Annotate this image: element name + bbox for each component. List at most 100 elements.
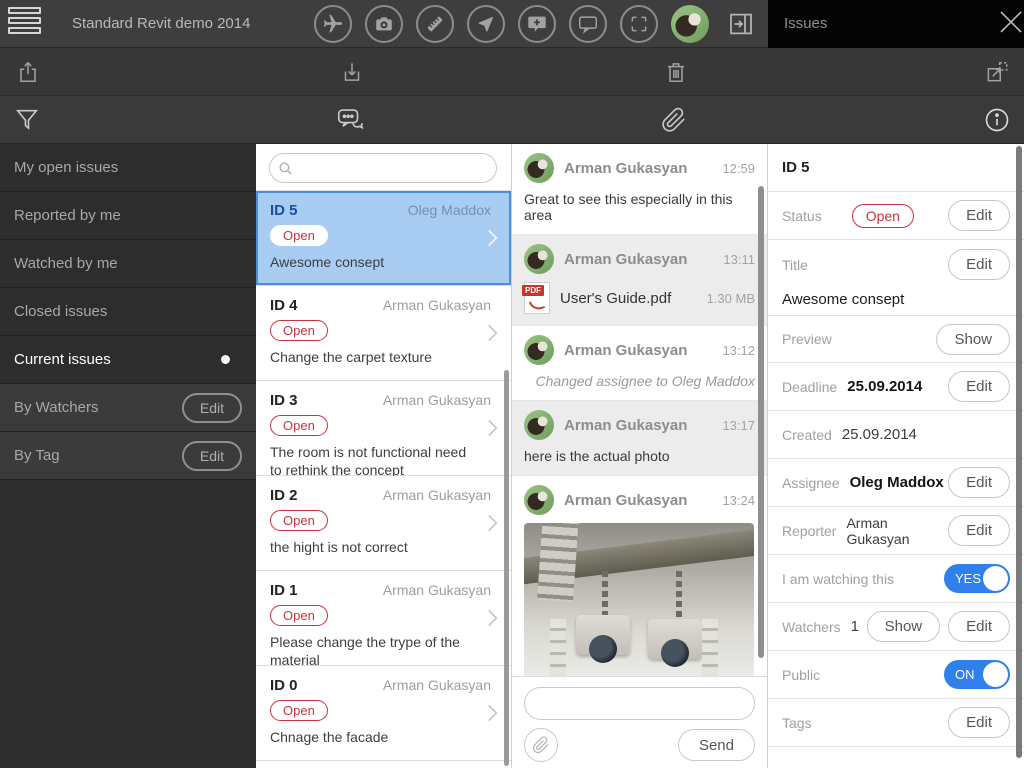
detail-row-reporter: Reporter Arman Gukasyan Edit [768, 507, 1024, 555]
photo-attachment[interactable] [524, 523, 754, 676]
toggle-state-label: YES [955, 571, 981, 586]
sidebar-item-current-issues[interactable]: Current issues [0, 336, 256, 384]
details-scrollbar[interactable] [1016, 146, 1022, 758]
screenshot-button[interactable] [365, 5, 403, 43]
message-input[interactable] [524, 687, 755, 720]
watchers-edit-button[interactable]: Edit [948, 611, 1010, 642]
chat-toggle-button[interactable] [332, 102, 368, 138]
issue-id: ID 5 [270, 202, 298, 219]
issue-item-5[interactable]: ID 5Oleg Maddox Open Awesome consept [256, 191, 511, 286]
photo-rail [702, 619, 718, 676]
fullscreen-button[interactable] [620, 5, 658, 43]
add-issue-button[interactable] [518, 5, 556, 43]
created-value: 25.09.2014 [842, 426, 917, 443]
info-button[interactable] [979, 102, 1015, 138]
chat-scrollbar[interactable] [758, 186, 764, 658]
issue-list-scrollbar[interactable] [504, 370, 509, 766]
issue-search-input[interactable] [269, 153, 497, 183]
message-time: 13:12 [722, 343, 755, 358]
sidebar-item-reported-by-me[interactable]: Reported by me [0, 192, 256, 240]
file-attachment[interactable]: PDF User's Guide.pdf 1.30 MB [524, 282, 755, 314]
issue-item-0[interactable]: ID 0Arman Gukasyan Open Chnage the facad… [256, 666, 511, 761]
assignee-edit-button[interactable]: Edit [948, 467, 1010, 498]
assignee-value: Oleg Maddox [850, 474, 944, 491]
status-badge: Open [270, 225, 328, 246]
issue-item-3[interactable]: ID 3Arman Gukasyan Open The room is not … [256, 381, 511, 476]
preview-show-button[interactable]: Show [936, 324, 1010, 355]
sidebar-item-my-open-issues[interactable]: My open issues [0, 144, 256, 192]
photo-dome-camera [576, 615, 630, 655]
exit-button[interactable] [722, 5, 760, 43]
sidebar-item-by-tag[interactable]: By TagEdit [0, 432, 256, 480]
sidebar-item-watched-by-me[interactable]: Watched by me [0, 240, 256, 288]
fly-mode-button[interactable] [314, 5, 352, 43]
issue-list: ID 5Oleg Maddox Open Awesome consept ID … [256, 144, 512, 768]
avatar [524, 244, 554, 274]
sidebar-item-by-watchers[interactable]: By WatchersEdit [0, 384, 256, 432]
status-badge: Open [852, 204, 914, 228]
issue-title: Change the carpet texture [270, 348, 497, 366]
issue-item-2[interactable]: ID 2Arman Gukasyan Open the hight is not… [256, 476, 511, 571]
chat-panel: Arman Gukasyan 12:59 Great to see this e… [512, 144, 768, 768]
app-window: Standard Revit demo 2014 [0, 0, 1024, 768]
action-toolbar [0, 48, 1024, 96]
message-text: here is the actual photo [524, 448, 755, 464]
sidebar-item-closed-issues[interactable]: Closed issues [0, 288, 256, 336]
public-toggle[interactable]: ON [944, 660, 1010, 689]
issue-item-4[interactable]: ID 4Arman Gukasyan Open Change the carpe… [256, 286, 511, 381]
detail-row-status: Status Open Edit [768, 192, 1024, 240]
title-edit-button[interactable]: Edit [948, 249, 1010, 280]
issue-details-panel: ID 5 Status Open Edit Title Edit Awesome… [768, 144, 1024, 768]
attach-file-button[interactable] [524, 728, 558, 762]
watchers-show-button[interactable]: Show [867, 611, 941, 642]
created-label: Created [782, 427, 832, 443]
message-author: Arman Gukasyan [564, 160, 712, 177]
file-name: User's Guide.pdf [560, 290, 697, 307]
measure-button[interactable] [416, 5, 454, 43]
delete-button[interactable] [658, 54, 694, 90]
search-bar [256, 144, 511, 191]
sidebar-item-label: Reported by me [14, 207, 121, 224]
download-button[interactable] [334, 54, 370, 90]
message-author: Arman Gukasyan [564, 251, 713, 268]
comments-button[interactable] [569, 5, 607, 43]
issue-assignee: Arman Gukasyan [383, 582, 497, 598]
close-issues-button[interactable] [980, 7, 1014, 41]
issue-id: ID 1 [270, 582, 298, 599]
camera-icon [373, 13, 395, 35]
issue-assignee: Arman Gukasyan [383, 487, 497, 503]
share-button[interactable] [10, 54, 46, 90]
filter-icon [13, 106, 41, 134]
user-avatar[interactable] [671, 5, 709, 43]
filter-button[interactable] [9, 102, 45, 138]
panel-toolbar [0, 96, 1024, 144]
issue-id: ID 4 [270, 297, 298, 314]
chat-message-file: Arman Gukasyan 13:11 PDF User's Guide.pd… [512, 235, 767, 326]
message-time: 13:24 [722, 493, 755, 508]
menu-icon[interactable] [8, 7, 44, 41]
preview-label: Preview [782, 331, 832, 347]
reporter-edit-button[interactable]: Edit [948, 515, 1010, 546]
issue-title: the hight is not correct [270, 538, 497, 556]
send-button[interactable]: Send [678, 729, 755, 761]
by-tag-edit-button[interactable]: Edit [182, 441, 242, 471]
share-icon [15, 59, 41, 85]
attachments-button[interactable] [656, 102, 692, 138]
active-indicator-dot [221, 355, 230, 364]
locate-button[interactable] [467, 5, 505, 43]
chevron-right-icon [479, 413, 505, 443]
chevron-right-icon [479, 603, 505, 633]
issue-title: Please change the trype of the material [270, 633, 497, 669]
issue-item-1[interactable]: ID 1Arman Gukasyan Open Please change th… [256, 571, 511, 666]
issue-assignee: Arman Gukasyan [383, 677, 497, 693]
watching-toggle[interactable]: YES [944, 564, 1010, 593]
deadline-edit-button[interactable]: Edit [948, 371, 1010, 402]
watchers-label: Watchers [782, 619, 841, 635]
chat-message: Arman Gukasyan 13:17 here is the actual … [512, 401, 767, 476]
status-edit-button[interactable]: Edit [948, 200, 1010, 231]
tags-edit-button[interactable]: Edit [948, 707, 1010, 738]
by-watchers-edit-button[interactable]: Edit [182, 393, 242, 423]
avatar [524, 485, 554, 515]
detail-row-public: Public ON [768, 651, 1024, 699]
export-button[interactable] [979, 54, 1015, 90]
